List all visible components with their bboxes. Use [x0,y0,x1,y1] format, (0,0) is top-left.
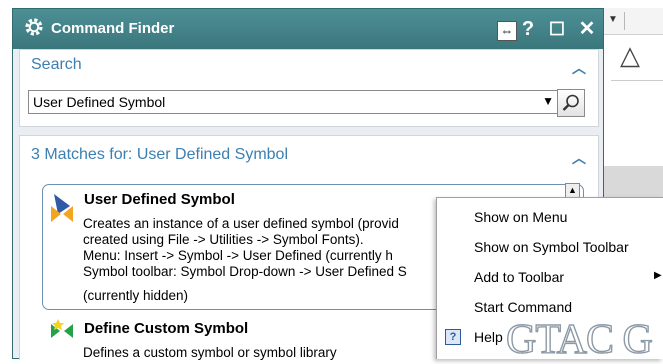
help-icon: ? [445,329,461,345]
collapse-search-chevron-icon[interactable]: ︿ [572,58,586,78]
define-custom-symbol-icon [51,319,73,338]
triangle-icon[interactable]: △ [620,42,640,68]
dialog-titlebar[interactable]: Command Finder ⇔ ? ☐ ✕ [13,9,603,49]
maximize-button[interactable]: ☐ [545,17,569,41]
result-title: User Defined Symbol [84,191,235,208]
menu-item-show-on-symbol-toolbar[interactable]: Show on Symbol Toolbar [474,239,629,255]
result-title[interactable]: Define Custom Symbol [84,320,248,337]
result-description-line: Creates an instance of a user defined sy… [83,216,399,231]
results-section-title[interactable]: 3 Matches for: User Defined Symbol [31,146,288,164]
search-section: Search ︿ [19,49,599,127]
background-divider [611,80,663,81]
gear-icon [25,18,43,36]
resize-cursor-icon: ⇔ [497,21,517,41]
dialog-title: Command Finder [51,20,175,37]
scroll-up-arrow-icon[interactable]: ▲ [565,183,580,198]
help-button[interactable]: ? [519,17,537,41]
result-description-line: created using File -> Utilities -> Symbo… [83,232,364,247]
menu-item-start-command[interactable]: Start Command [474,299,572,315]
submenu-arrow-icon: ▶ [654,270,662,281]
menu-item-help[interactable]: Help [474,329,503,345]
dropdown-arrow-icon[interactable]: ▼ [542,94,554,108]
search-input[interactable]: User Defined Symbol ▼ [28,90,559,114]
collapse-results-chevron-icon[interactable]: ︿ [572,148,586,168]
toolbar-separator [624,12,625,30]
search-icon [562,94,579,111]
menu-item-add-to-toolbar[interactable]: Add to Toolbar [474,269,564,285]
close-button[interactable]: ✕ [575,17,599,41]
result-description-line: (currently hidden) [83,288,189,303]
dropdown-arrow-icon[interactable]: ▼ [608,14,618,25]
search-button[interactable] [557,89,585,117]
user-defined-symbol-icon [51,194,73,222]
background-top-strip [0,0,663,8]
background-toolbar: ▼ [604,8,663,35]
search-query-value: User Defined Symbol [33,94,166,110]
result-description-line: Defines a custom symbol or symbol librar… [83,345,337,360]
watermark: GTAC G [505,316,653,363]
search-section-title[interactable]: Search [31,56,82,74]
menu-item-show-on-menu[interactable]: Show on Menu [474,209,567,225]
result-description-line: Menu: Insert -> Symbol -> User Defined (… [83,248,393,263]
result-description-line: Symbol toolbar: Symbol Drop-down -> User… [83,264,407,279]
